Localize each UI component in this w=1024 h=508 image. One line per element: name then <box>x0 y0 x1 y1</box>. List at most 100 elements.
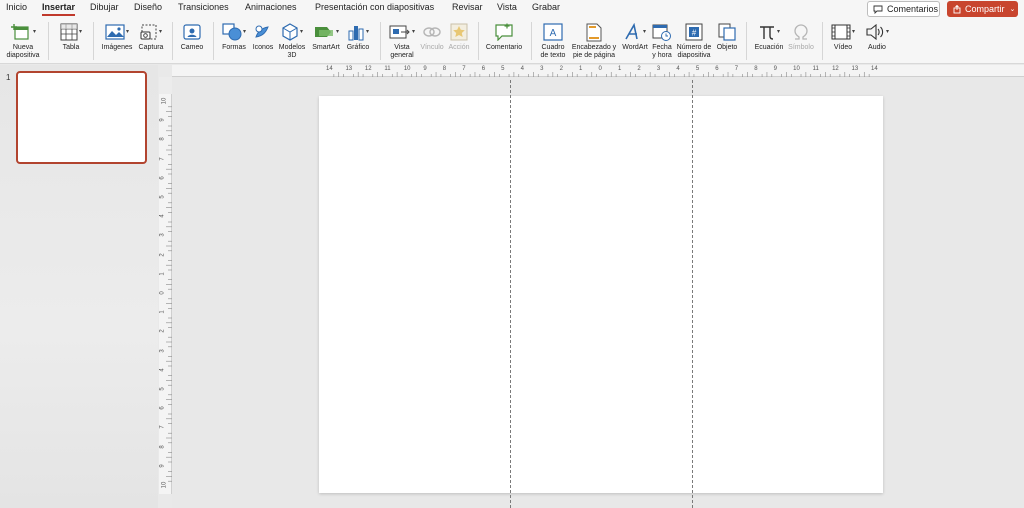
table-button[interactable]: ▾ Tabla <box>55 22 87 52</box>
chevron-down-icon[interactable]: ▾ <box>243 28 246 36</box>
shapes-icon <box>222 23 242 41</box>
chevron-down-icon[interactable]: ▾ <box>33 28 36 36</box>
3d-models-button[interactable]: ▾ Modelos 3D <box>276 22 308 60</box>
ruler-tick-label: 7 <box>159 156 166 161</box>
chevron-down-icon[interactable]: ▾ <box>79 28 82 36</box>
wordart-label: WordArt <box>622 44 648 51</box>
ruler-tick-label: 8 <box>159 444 166 449</box>
ribbon-separator <box>822 22 823 60</box>
slide-number-icon: # <box>685 23 703 41</box>
new-slide-button[interactable]: ▾ Nueva diapositiva <box>4 22 42 60</box>
cameo-button[interactable]: Cameo <box>178 22 206 52</box>
chevron-down-icon[interactable]: ▾ <box>300 28 303 36</box>
chevron-down-icon[interactable]: ▾ <box>336 28 339 36</box>
equation-button[interactable]: ▾ Ecuación <box>752 22 786 52</box>
ruler-tick-label: 13 <box>345 66 353 72</box>
images-button[interactable]: ▾ Imágenes <box>100 22 134 52</box>
ruler-tick-label: 10 <box>793 66 800 72</box>
ruler-tick-label: 0 <box>598 66 602 72</box>
svg-text:#: # <box>692 29 697 38</box>
overview-button[interactable]: ▾ Vista general <box>386 22 418 60</box>
equation-label: Ecuación <box>754 44 784 51</box>
table-icon <box>60 23 78 41</box>
object-button[interactable]: Objeto <box>714 22 740 52</box>
ruler-tick-label: 5 <box>159 387 166 391</box>
chevron-down-icon[interactable]: ▾ <box>777 28 780 36</box>
new-slide-icon <box>10 24 29 40</box>
ruler-tick-label: 3 <box>159 233 166 238</box>
date-time-label: Fecha y hora <box>652 44 672 59</box>
share-button[interactable]: Compartir ⌄ <box>947 1 1018 17</box>
comments-button[interactable]: Comentarios <box>867 1 940 17</box>
object-label: Objeto <box>716 44 738 51</box>
capture-button[interactable]: ▾ Captura <box>136 22 166 52</box>
ruler-tick-label: 14 <box>326 66 333 72</box>
shapes-button[interactable]: ▾ Formas <box>218 22 250 52</box>
comment-button[interactable]: Comentario <box>484 22 524 52</box>
textbox-button[interactable]: A Cuadro de texto <box>537 22 569 60</box>
chevron-down-icon[interactable]: ▾ <box>126 28 129 36</box>
tab-grabar[interactable]: Grabar <box>532 2 560 12</box>
ruler-corner <box>159 77 172 94</box>
slide-thumbnail[interactable] <box>16 71 147 164</box>
ruler-tick-label: 8 <box>442 66 447 72</box>
chevron-down-icon[interactable]: ▾ <box>412 28 415 36</box>
chevron-down-icon[interactable]: ▾ <box>886 28 889 36</box>
action-button[interactable]: Acción <box>446 22 472 52</box>
chevron-down-icon[interactable]: ▾ <box>366 28 369 36</box>
ruler-tick-label: 9 <box>159 464 166 468</box>
vertical-guide-right[interactable] <box>692 80 693 508</box>
zoom-overview-icon <box>389 25 410 39</box>
slide-thumbnail-number: 1 <box>6 73 11 82</box>
wordart-button[interactable]: ▾ WordArt <box>620 22 650 52</box>
chart-button[interactable]: ▾ Gráfico <box>344 22 372 52</box>
ruler-tick-label: 7 <box>734 66 739 72</box>
picture-icon <box>105 24 125 40</box>
header-footer-label: Encabezado y pie de página <box>571 44 617 59</box>
tab-revisar[interactable]: Revisar <box>452 2 483 12</box>
new-slide-label: Nueva diapositiva <box>6 44 40 59</box>
ribbon-separator <box>213 22 214 60</box>
chevron-down-icon[interactable]: ▾ <box>643 28 646 36</box>
ruler-tick-label: 5 <box>501 66 505 72</box>
tab-transiciones[interactable]: Transiciones <box>178 2 229 12</box>
header-footer-icon <box>586 23 602 41</box>
horizontal-ruler[interactable]: 14 13 12 11 10 9 8 7 6 5 4 3 2 1 0 1 2 3 4 5 6 7 8 9 10 11 12 13 14 <box>172 65 1024 77</box>
ruler-tick-label: 1 <box>579 66 583 72</box>
date-time-button[interactable]: Fecha y hora <box>651 22 673 60</box>
tab-insertar[interactable]: Insertar <box>42 2 76 16</box>
object-icon <box>718 23 736 41</box>
video-button[interactable]: ▾ Vídeo <box>828 22 858 52</box>
ruler-tick-label: 1 <box>617 66 622 72</box>
icons-button[interactable]: Iconos <box>251 22 275 52</box>
audio-label: Audio <box>868 44 886 51</box>
ruler-tick-label: 10 <box>403 66 411 72</box>
tab-diseno[interactable]: Diseño <box>134 2 162 12</box>
tab-animaciones[interactable]: Animaciones <box>245 2 297 12</box>
ribbon-separator <box>380 22 381 60</box>
link-button[interactable]: Vínculo <box>419 22 445 52</box>
chevron-down-icon[interactable]: ⌄ <box>1010 5 1016 13</box>
tab-dibujar[interactable]: Dibujar <box>90 2 119 12</box>
slide-number-button[interactable]: # Número de diapositiva <box>675 22 713 60</box>
ruler-tick-label: 2 <box>637 66 641 72</box>
audio-button[interactable]: ▾ Audio <box>862 22 892 52</box>
ruler-tick-label: 2 <box>159 329 166 334</box>
header-footer-button[interactable]: Encabezado y pie de página <box>570 22 618 60</box>
smartart-button[interactable]: ▾ SmartArt <box>309 22 343 52</box>
3d-models-label: Modelos 3D <box>278 44 306 59</box>
chevron-down-icon[interactable]: ▾ <box>852 28 855 36</box>
tab-presentacion[interactable]: Presentación con diapositivas <box>315 2 434 12</box>
chevron-down-icon[interactable]: ▾ <box>159 28 162 36</box>
vertical-guide-left[interactable] <box>510 80 511 508</box>
ruler-tick-label: 12 <box>364 66 372 72</box>
ruler-tick-label: 7 <box>159 425 166 430</box>
tab-inicio[interactable]: Inicio <box>6 2 27 12</box>
vertical-ruler[interactable]: 10 9 8 7 6 5 4 3 2 1 0 1 2 3 4 5 6 7 8 9 10 <box>159 94 172 494</box>
action-star-icon <box>450 23 468 41</box>
tab-vista[interactable]: Vista <box>497 2 517 12</box>
speaker-icon <box>866 24 884 40</box>
slide-canvas[interactable] <box>319 96 883 493</box>
symbol-button[interactable]: Símbolo <box>787 22 815 52</box>
link-label: Vínculo <box>420 44 444 51</box>
